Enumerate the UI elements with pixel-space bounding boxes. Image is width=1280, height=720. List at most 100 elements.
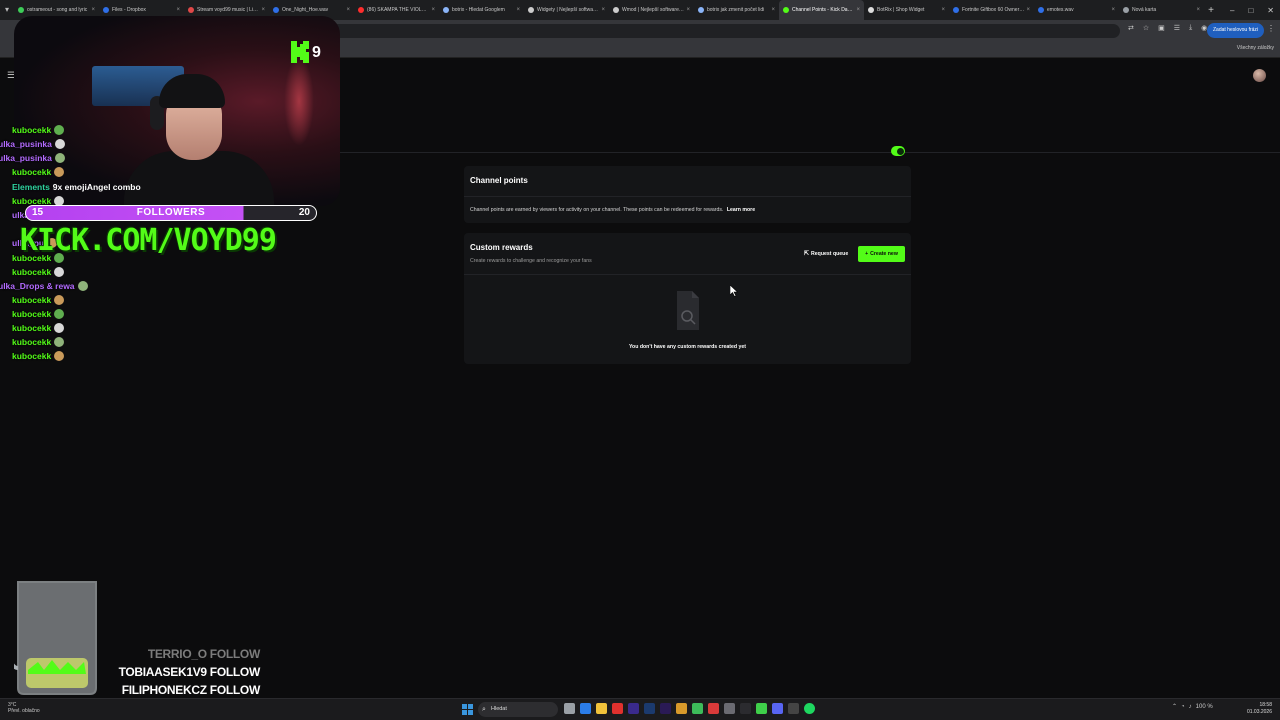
toggle-knob: [896, 147, 904, 155]
chat-message: kubocekk: [12, 322, 65, 334]
weather-description: Převl. oblačno: [8, 708, 40, 714]
premiere-icon[interactable]: [628, 703, 639, 714]
clock-date: 01.03.2026: [1246, 709, 1272, 715]
tab-title: botrix jak zmenit počet lidi: [707, 7, 765, 13]
tab-title: Nová karta: [1132, 7, 1157, 13]
maximize-button[interactable]: □: [1248, 6, 1253, 15]
bookmark-star-icon[interactable]: ☆: [1143, 24, 1149, 32]
tab-close-icon[interactable]: ×: [686, 7, 690, 13]
browser-tab[interactable]: Widgety | Nejlepší software pro ×: [524, 0, 609, 20]
tab-search-icon[interactable]: ▾: [0, 0, 14, 20]
clock-time: 18:58: [1259, 702, 1272, 708]
tab-close-icon[interactable]: ×: [856, 7, 860, 13]
tab-close-icon[interactable]: ×: [941, 7, 945, 13]
system-tray: ⌃ ◔ ♪ 100 %: [1172, 703, 1213, 711]
opera-icon[interactable]: [612, 703, 623, 714]
volume-icon[interactable]: ♪: [1189, 704, 1192, 710]
learn-more-link[interactable]: Learn more: [727, 207, 755, 213]
download-icon[interactable]: ⤓: [1189, 24, 1192, 32]
tab-close-icon[interactable]: ×: [431, 7, 435, 13]
reading-list-icon[interactable]: ☰: [1174, 24, 1180, 32]
all-bookmarks-folder[interactable]: Všechny záložky: [1237, 45, 1274, 51]
plus-icon: +: [865, 251, 869, 257]
tab-close-icon[interactable]: ×: [601, 7, 605, 13]
chat-message: kubocekk: [12, 166, 65, 178]
wifi-icon[interactable]: ◔: [1181, 704, 1185, 710]
card-divider: [464, 274, 911, 275]
tab-favicon-icon: [103, 7, 109, 13]
spotify-icon[interactable]: [804, 703, 815, 714]
tab-close-icon[interactable]: ×: [1026, 7, 1030, 13]
discord-icon[interactable]: [772, 703, 783, 714]
after-effects-icon[interactable]: [660, 703, 671, 714]
file-explorer-icon[interactable]: [596, 703, 607, 714]
browser-tab[interactable]: (86) ŠKAMPA THE VIOLET - Y ×: [354, 0, 439, 20]
tray-chevron-icon[interactable]: ⌃: [1172, 703, 1177, 710]
media-player-icon[interactable]: [756, 703, 767, 714]
tab-close-icon[interactable]: ×: [771, 7, 775, 13]
password-chip[interactable]: Zadat heslovou frázi: [1207, 23, 1265, 38]
translate-icon[interactable]: ⇄: [1128, 24, 1134, 32]
taskbar-search[interactable]: ⌕ Hledat: [478, 702, 558, 717]
chat-text: 9x emojiAngel combo: [52, 182, 141, 192]
chrome-icon[interactable]: [692, 703, 703, 714]
header-divider: [340, 152, 1280, 153]
kick-logo-icon: [291, 41, 309, 63]
followers-label: FOLLOWERS: [136, 207, 206, 218]
tab-close-icon[interactable]: ×: [1111, 7, 1115, 13]
chat-message: ulka_pusinka: [0, 152, 65, 164]
browser-tab[interactable]: botrix - Hledat Googlem ×: [439, 0, 524, 20]
card-divider: [464, 196, 911, 197]
beer-mug-graphic: [14, 581, 97, 695]
extensions-icon[interactable]: ▣: [1158, 24, 1165, 32]
browser-tab[interactable]: Nová karta ×: [1119, 0, 1204, 20]
edge-icon[interactable]: [580, 703, 591, 714]
tab-favicon-icon: [528, 7, 534, 13]
browser-tab[interactable]: BotRix | Shop Widget ×: [864, 0, 949, 20]
task-view-icon[interactable]: [564, 703, 575, 714]
chat-username: ulka_pusinka: [0, 139, 52, 149]
obs-icon[interactable]: [708, 703, 719, 714]
channel-points-toggle[interactable]: [891, 146, 905, 156]
tab-close-icon[interactable]: ×: [516, 7, 520, 13]
taskbar-clock[interactable]: 18:58 01.03.2026: [1247, 702, 1272, 716]
tab-favicon-icon: [273, 7, 279, 13]
tab-close-icon[interactable]: ×: [346, 7, 350, 13]
windows-start-icon[interactable]: [462, 704, 473, 715]
channel-points-description: Channel points are earned by viewers for…: [470, 207, 755, 213]
browser-tab[interactable]: Wmod | Nejlepší software pro ×: [609, 0, 694, 20]
followers-goal-bar: 15 FOLLOWERS 20: [25, 205, 317, 221]
new-tab-button[interactable]: +: [1204, 5, 1218, 16]
emote-icon: [54, 139, 65, 149]
minimize-button[interactable]: –: [1230, 6, 1234, 15]
chat-username: kubocekk: [12, 323, 52, 333]
fl-studio-icon[interactable]: [676, 703, 687, 714]
kick-viewer-count: 9: [312, 44, 321, 61]
browser-tab[interactable]: botrix jak zmenit počet lidi ×: [694, 0, 779, 20]
app-icon[interactable]: [740, 703, 751, 714]
channel-points-description-text: Channel points are earned by viewers for…: [470, 207, 724, 213]
weather-widget[interactable]: 3°C Převl. oblačno: [8, 702, 40, 714]
battery-level[interactable]: 100 %: [1196, 704, 1213, 710]
browser-tab[interactable]: Fortnite Giftbox 60 Owner Sp ×: [949, 0, 1034, 20]
app-icon[interactable]: [724, 703, 735, 714]
channel-points-title: Channel points: [470, 176, 528, 185]
tab-close-icon[interactable]: ×: [261, 7, 265, 13]
request-queue-button[interactable]: ⇱ Request queue: [804, 247, 848, 260]
avatar[interactable]: [1253, 69, 1266, 82]
chat-message: Elements 9x emojiAngel combo: [12, 181, 141, 193]
tab-close-icon[interactable]: ×: [91, 7, 95, 13]
app-icon[interactable]: [788, 703, 799, 714]
tab-title: Fortnite Giftbox 60 Owner Sp: [962, 7, 1025, 13]
emote-icon: [54, 309, 65, 319]
tab-close-icon[interactable]: ×: [1196, 7, 1200, 13]
recent-follow-item: TOBIAASEK1V9 FOLLOW: [118, 665, 261, 679]
create-new-button[interactable]: + Create new: [858, 246, 905, 262]
browser-tab[interactable]: Channel Points - Kick Dashb ×: [779, 0, 864, 20]
browser-tab[interactable]: emotes.wav ×: [1034, 0, 1119, 20]
browser-menu-icon[interactable]: ⋮: [1267, 24, 1275, 33]
close-window-button[interactable]: ✕: [1267, 6, 1274, 15]
tab-favicon-icon: [783, 7, 789, 13]
photoshop-icon[interactable]: [644, 703, 655, 714]
tab-close-icon[interactable]: ×: [176, 7, 180, 13]
